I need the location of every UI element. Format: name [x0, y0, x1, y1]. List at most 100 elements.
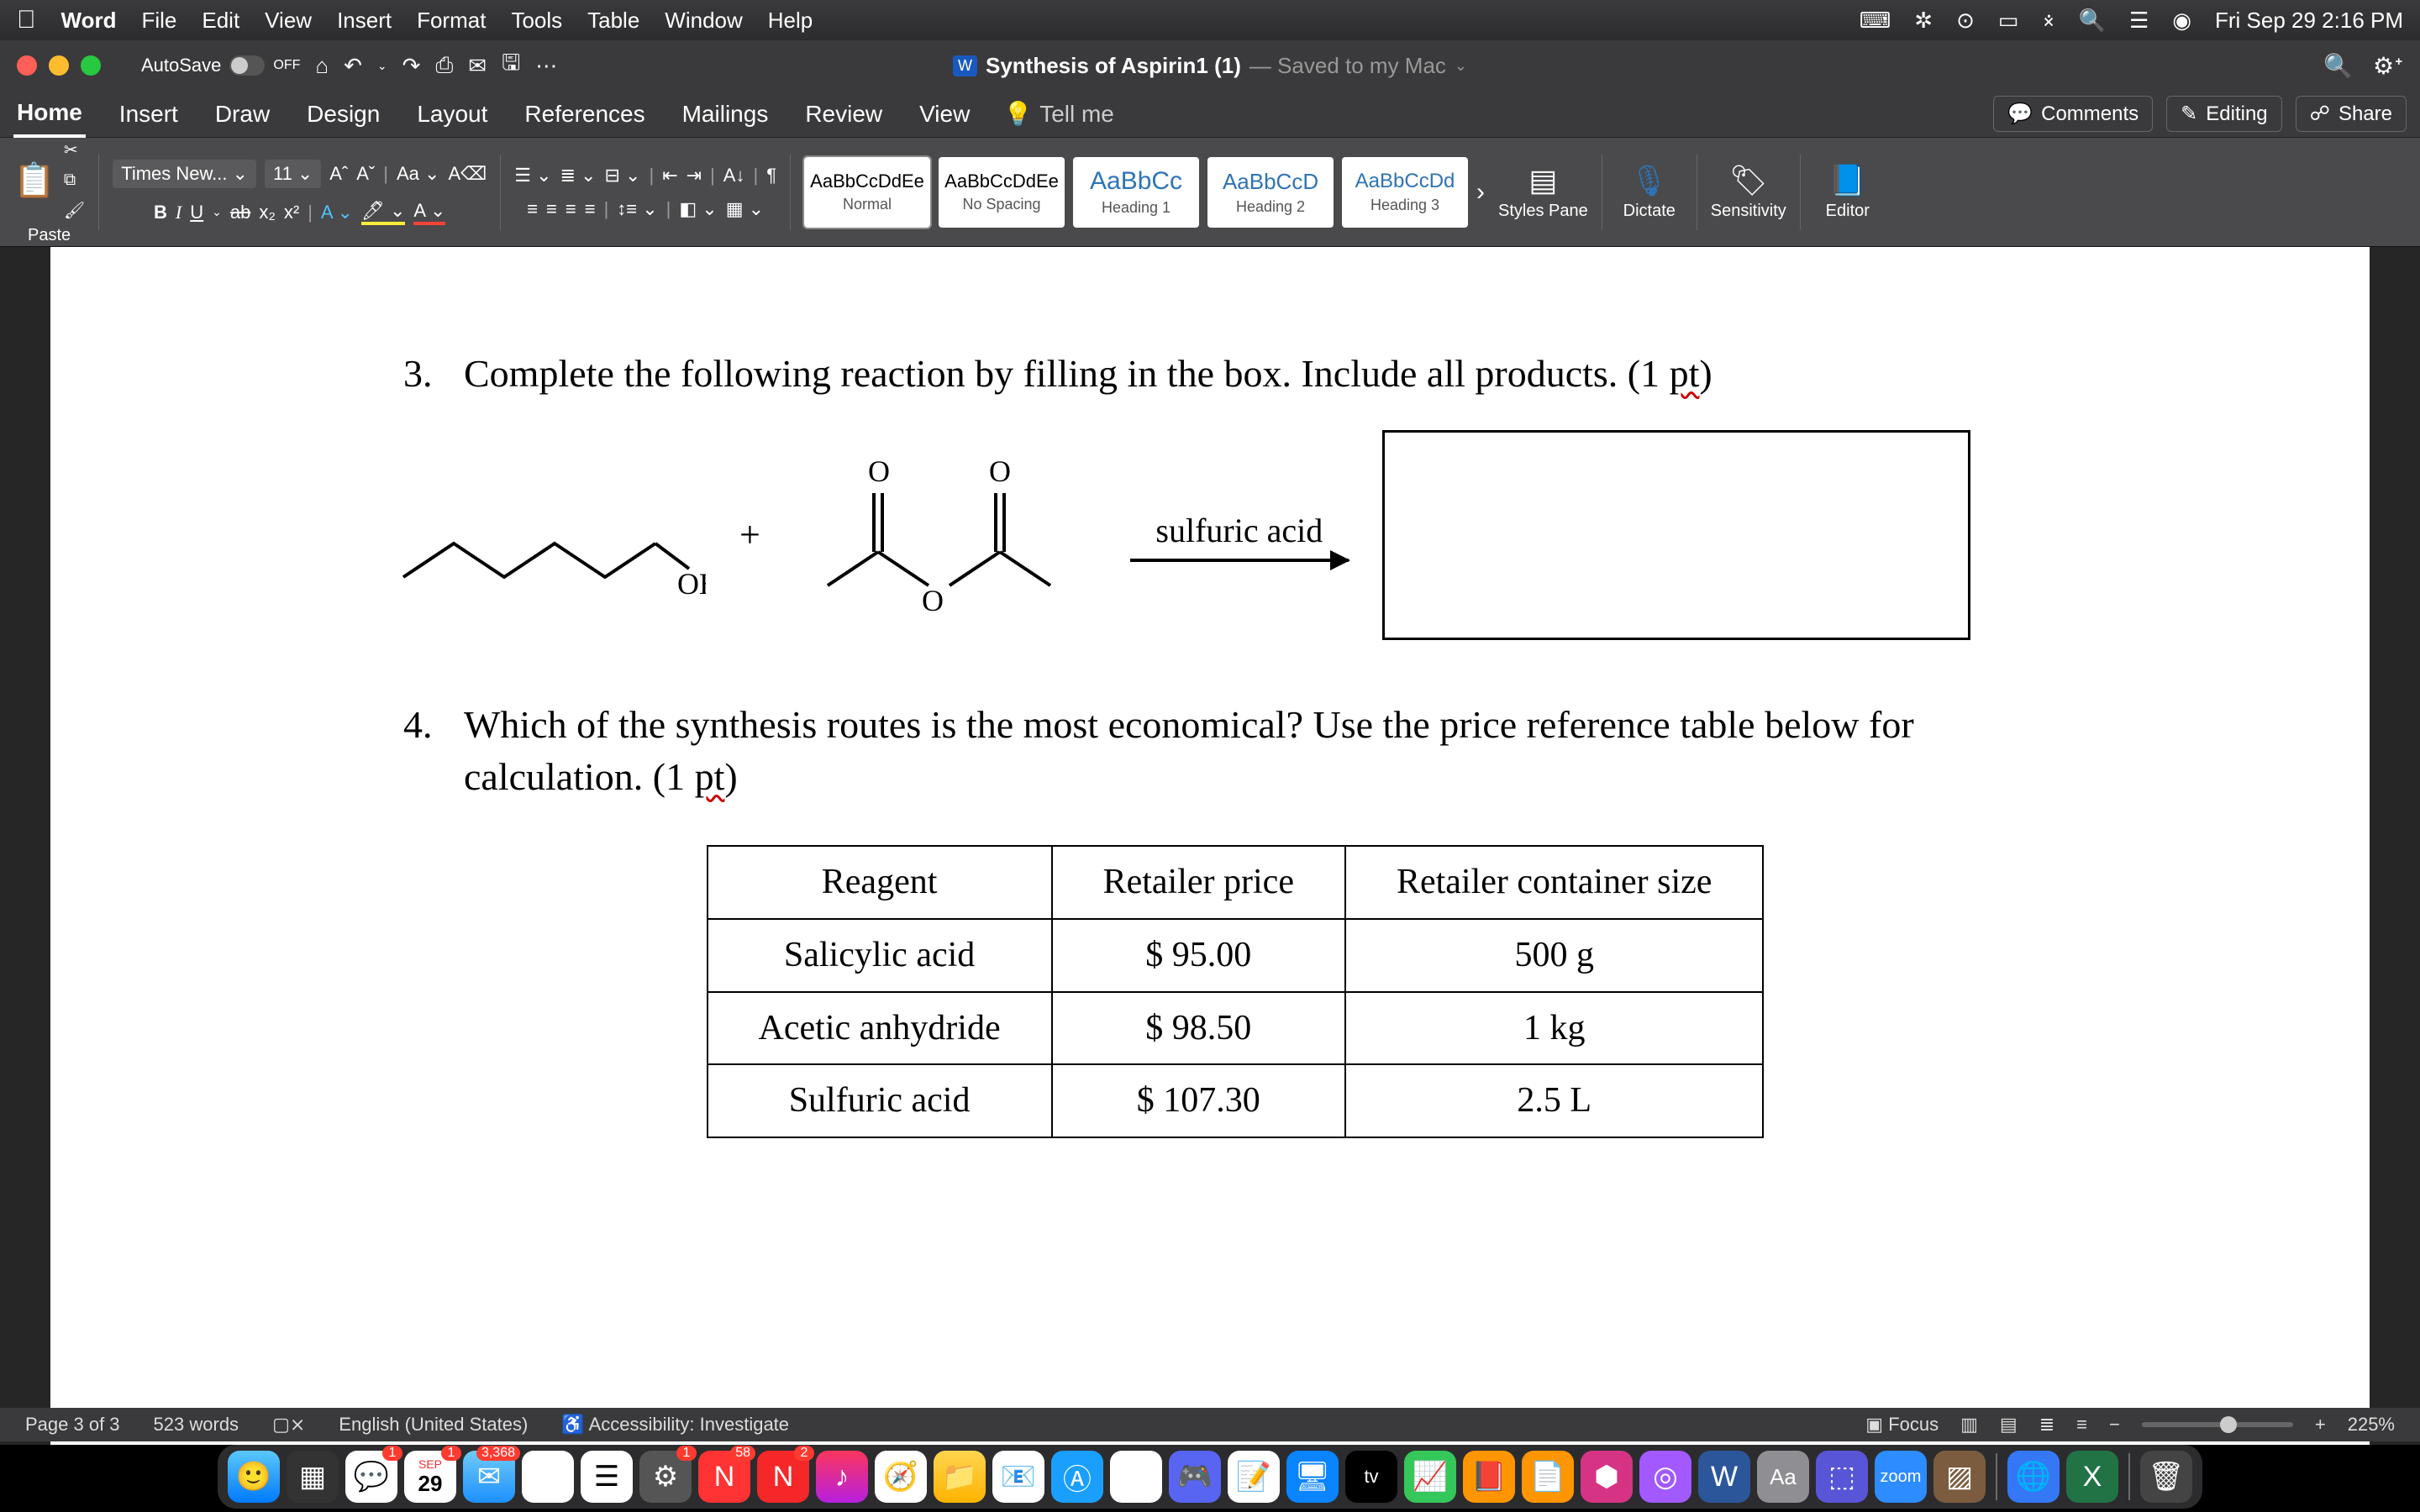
tab-draw[interactable]: Draw [212, 92, 273, 136]
document-viewport[interactable]: 3. Complete the following reaction by fi… [0, 247, 2420, 1445]
menu-help[interactable]: Help [768, 8, 813, 34]
text-effects-icon[interactable]: A ⌄ [321, 202, 353, 223]
mail-icon[interactable]: ✉ [468, 53, 487, 79]
safari-icon[interactable]: 🧭 [875, 1451, 927, 1503]
comments-button[interactable]: 💬 Comments [1993, 96, 2153, 132]
bluetooth-icon[interactable]: ✲ [1914, 8, 1933, 34]
highlight-icon[interactable]: 🖊 ⌄ [361, 200, 405, 225]
editor-button[interactable]: 📘Editor [1814, 163, 1881, 221]
align-left-icon[interactable]: ≡ [527, 198, 538, 220]
podcasts-icon[interactable]: ◎ [1639, 1451, 1691, 1503]
tab-design[interactable]: Design [303, 92, 383, 136]
calendar-icon[interactable]: SEP291 [404, 1451, 456, 1503]
excel-icon[interactable]: X [2066, 1451, 2118, 1503]
home-icon[interactable]: ⌂ [315, 53, 329, 79]
search-icon[interactable]: 🔍 [2323, 52, 2353, 80]
chrome-icon[interactable]: ◉ [1110, 1451, 1162, 1503]
tab-review[interactable]: Review [802, 92, 886, 136]
fullscreen-window-button[interactable] [81, 55, 101, 76]
align-right-icon[interactable]: ≡ [566, 198, 576, 220]
align-center-icon[interactable]: ≡ [546, 198, 557, 220]
play-icon[interactable]: ⊙ [1956, 8, 1975, 34]
siri-icon[interactable]: ◉ [2172, 8, 2191, 34]
underline-button[interactable]: U [190, 202, 203, 223]
tab-layout[interactable]: Layout [413, 92, 491, 136]
italic-button[interactable]: I [176, 202, 182, 223]
indent-icon[interactable]: ⇥ [687, 165, 702, 186]
minimize-window-button[interactable] [49, 55, 69, 76]
cut-icon[interactable]: ✂ [64, 139, 85, 160]
launchpad-icon[interactable]: ▦ [287, 1451, 339, 1503]
stocks-icon[interactable]: 📈 [1404, 1451, 1456, 1503]
format-painter-icon[interactable]: 🖌 [64, 200, 85, 221]
mail-icon[interactable]: ✉3,368 [463, 1451, 515, 1503]
close-window-button[interactable] [17, 55, 37, 76]
superscript-button[interactable]: x² [284, 202, 299, 223]
borders-icon[interactable]: ▦ ⌄ [726, 198, 764, 220]
zoom-slider[interactable] [2142, 1422, 2293, 1427]
outlook-icon[interactable]: 📧 [992, 1451, 1044, 1503]
share-settings-icon[interactable]: ⚙ᐩ [2373, 52, 2403, 80]
appletv-icon[interactable]: tv [1345, 1451, 1397, 1503]
print-icon[interactable]: ⎙ [435, 52, 453, 79]
draft-icon[interactable]: ≡ [2076, 1414, 2087, 1436]
share-button[interactable]: ☍ Share [2296, 96, 2407, 132]
battery-icon[interactable]: ▭ [1998, 8, 2019, 34]
numbering-icon[interactable]: ≣ ⌄ [560, 165, 597, 186]
spotlight-icon[interactable]: 🔍 [2079, 8, 2106, 34]
globe-icon[interactable]: 🌐 [2007, 1451, 2060, 1503]
editing-mode-button[interactable]: ✎ Editing [2166, 96, 2282, 132]
strike-button[interactable]: ab [230, 202, 250, 223]
clock[interactable]: Fri Sep 29 2:16 PM [2215, 8, 2403, 34]
news-icon[interactable]: N2 [757, 1451, 809, 1503]
line-spacing-icon[interactable]: ↕≡ ⌄ [617, 198, 657, 220]
menu-view[interactable]: View [265, 8, 312, 34]
netflix-icon[interactable]: N58 [698, 1451, 750, 1503]
folder-icon[interactable]: 📁 [934, 1451, 986, 1503]
shading-icon[interactable]: ◧ ⌄ [679, 198, 717, 220]
trash-icon[interactable]: 🗑 [2140, 1451, 2192, 1503]
tab-insert[interactable]: Insert [116, 92, 182, 136]
title-dropdown-icon[interactable]: ⌄ [1455, 57, 1467, 75]
redo-icon[interactable]: ↷ [402, 53, 421, 79]
style-normal[interactable]: AaBbCcDdEeNormal [804, 157, 930, 228]
web-layout-icon[interactable]: ▤ [2000, 1414, 2018, 1436]
office-icon[interactable]: ⬢ [1581, 1451, 1633, 1503]
grow-font-icon[interactable]: Aˆ [329, 163, 348, 185]
outdent-icon[interactable]: ⇤ [662, 165, 677, 186]
change-case-icon[interactable]: Aa ⌄ [397, 163, 439, 185]
menu-window[interactable]: Window [665, 8, 742, 34]
apple-menu-icon[interactable]:  [17, 6, 36, 34]
shrink-font-icon[interactable]: Aˇ [356, 163, 375, 185]
page-indicator[interactable]: Page 3 of 3 [25, 1414, 120, 1436]
music-icon[interactable]: ♪ [816, 1451, 868, 1503]
document-page[interactable]: 3. Complete the following reaction by fi… [50, 247, 2370, 1445]
appstore-icon[interactable]: Ⓐ [522, 1451, 574, 1503]
style-no-spacing[interactable]: AaBbCcDdEeNo Spacing [939, 157, 1065, 228]
menu-table[interactable]: Table [587, 8, 639, 34]
menu-insert[interactable]: Insert [337, 8, 392, 34]
word-count[interactable]: 523 words [154, 1414, 239, 1436]
app-name[interactable]: Word [61, 8, 117, 34]
clear-format-icon[interactable]: A⌫ [448, 163, 487, 185]
pages-icon[interactable]: 📄 [1522, 1451, 1574, 1503]
control-center-icon[interactable]: ☰ [2129, 8, 2149, 34]
product-answer-box[interactable] [1382, 430, 1970, 640]
document-title[interactable]: Synthesis of Aspirin1 (1) [986, 53, 1241, 79]
styles-more-icon[interactable]: › [1476, 178, 1485, 207]
justify-icon[interactable]: ≡ [585, 198, 596, 220]
menu-format[interactable]: Format [417, 8, 486, 34]
notes-icon[interactable]: ☰ [581, 1451, 633, 1503]
font-color-icon[interactable]: A ⌄ [413, 200, 445, 225]
books-icon[interactable]: 📕 [1463, 1451, 1515, 1503]
wifi-icon[interactable]: ⨰ [2042, 7, 2054, 34]
settings-icon[interactable]: ⚙1 [639, 1451, 692, 1503]
accessibility-indicator[interactable]: ♿ Accessibility: Investigate [561, 1414, 789, 1436]
tab-view[interactable]: View [916, 92, 973, 136]
print-layout-icon[interactable]: ▥ [1960, 1414, 1978, 1436]
word-icon[interactable]: W [1698, 1451, 1750, 1503]
tab-mailings[interactable]: Mailings [679, 92, 772, 136]
bullets-icon[interactable]: ☰ ⌄ [514, 165, 551, 186]
tell-me-search[interactable]: 💡 Tell me [1003, 100, 1114, 128]
minecraft-icon[interactable]: ▨ [1933, 1451, 1986, 1503]
